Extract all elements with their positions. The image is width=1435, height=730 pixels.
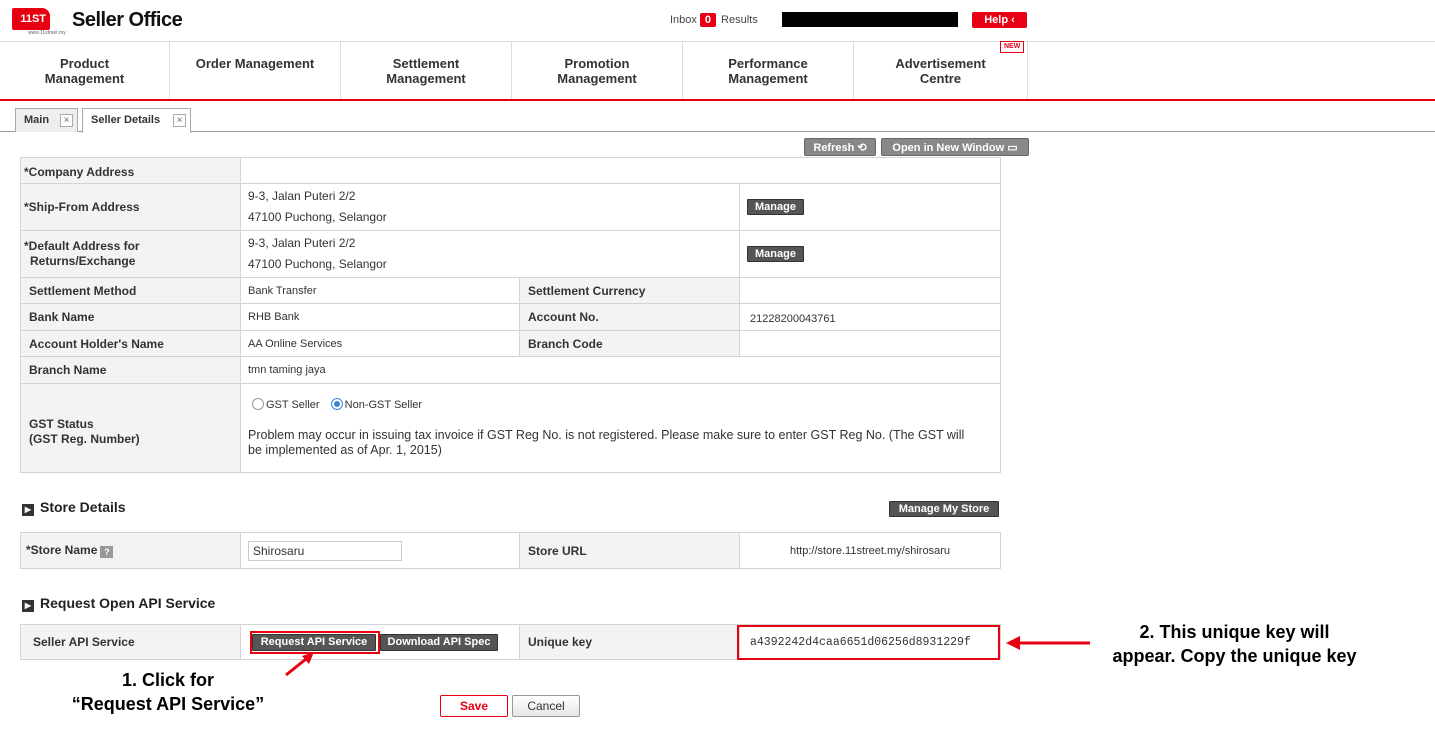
arrow-to-unique-key-icon [1006, 636, 1090, 650]
annotation-line: 1. Click for [121, 670, 215, 690]
annotation-line: “Request API Service” [71, 694, 265, 714]
annotation-line: appear. Copy the unique key [1112, 646, 1357, 666]
step2-annotation: 2. This unique key will appear. Copy the… [1082, 620, 1387, 668]
annotation-line: 2. This unique key will [1139, 622, 1330, 642]
save-button[interactable]: Save [440, 695, 508, 717]
step1-annotation: 1. Click for “Request API Service” [50, 668, 286, 716]
arrow-to-request-button-icon [285, 652, 314, 677]
cancel-button[interactable]: Cancel [512, 695, 580, 717]
